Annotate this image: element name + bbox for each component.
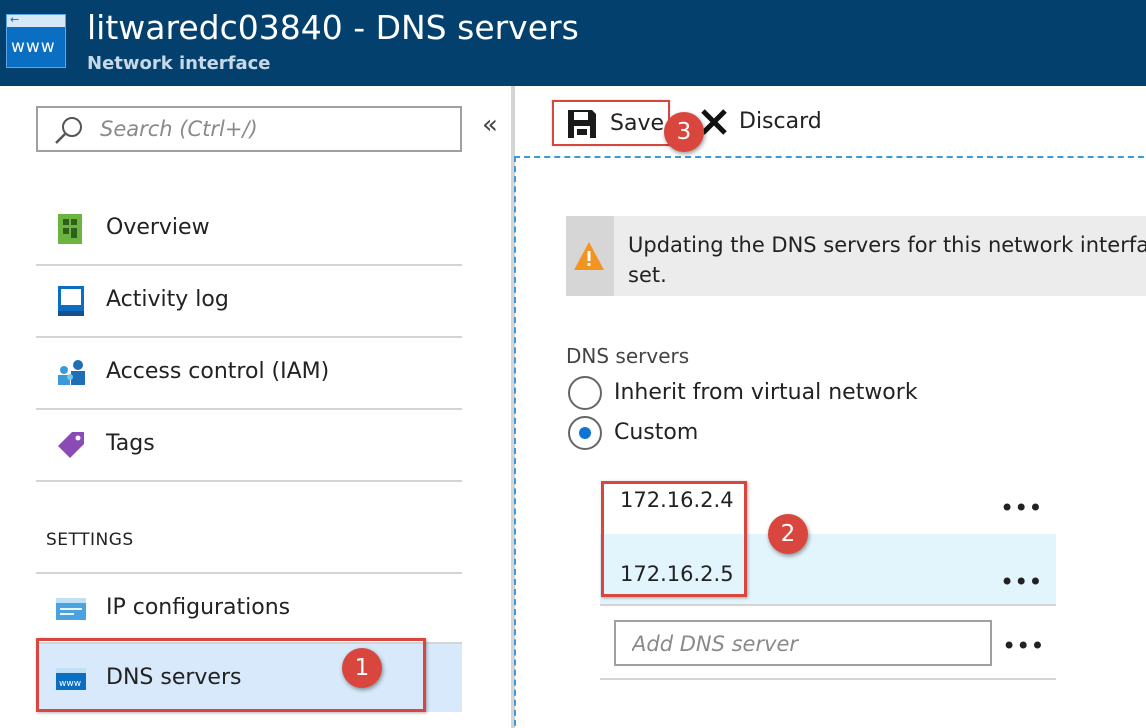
overview-icon bbox=[58, 214, 82, 244]
discard-button[interactable]: Discard bbox=[696, 100, 836, 146]
row-divider bbox=[600, 604, 1056, 606]
collapse-menu-button[interactable]: « bbox=[482, 110, 498, 140]
save-label: Save bbox=[610, 111, 665, 136]
warning-banner: Updating the DNS servers for this networ… bbox=[566, 216, 1146, 296]
add-dns-server-input[interactable] bbox=[632, 630, 972, 658]
add-dns-server-field[interactable] bbox=[614, 620, 992, 666]
radio-selected-dot bbox=[579, 427, 591, 439]
access-control-icon bbox=[58, 360, 85, 385]
radio-circle[interactable] bbox=[568, 416, 602, 450]
radio-custom[interactable]: Custom bbox=[566, 416, 966, 452]
step-badge-3: 3 bbox=[664, 112, 704, 152]
page-subtitle: Network interface bbox=[87, 53, 271, 74]
save-button[interactable]: Save bbox=[552, 100, 670, 146]
warning-line-2: set. bbox=[628, 263, 667, 287]
more-options-button[interactable]: ••• bbox=[1000, 494, 1042, 522]
radio-inherit[interactable]: Inherit from virtual network bbox=[566, 376, 966, 412]
search-icon bbox=[55, 117, 82, 144]
nav-item-overview[interactable]: Overview bbox=[36, 194, 462, 266]
nav-item-label: Access control (IAM) bbox=[106, 359, 330, 384]
more-options-button[interactable]: ••• bbox=[1000, 568, 1042, 596]
nav-item-ip-configurations[interactable]: IP configurations bbox=[36, 572, 462, 644]
dns-servers-label: DNS servers bbox=[566, 344, 690, 368]
nav-item-tags[interactable]: Tags bbox=[36, 410, 462, 482]
ip-configurations-icon bbox=[56, 598, 86, 620]
step-badge-2: 2 bbox=[768, 514, 808, 554]
step-badge-1: 1 bbox=[342, 648, 382, 688]
warning-line-1: Updating the DNS servers for this networ… bbox=[628, 233, 1146, 257]
discard-label: Discard bbox=[739, 109, 822, 134]
warning-icon-box bbox=[566, 216, 614, 296]
radio-label: Inherit from virtual network bbox=[614, 380, 918, 405]
activity-log-icon bbox=[58, 286, 84, 316]
close-icon bbox=[701, 109, 727, 135]
more-options-button[interactable]: ••• bbox=[1002, 632, 1044, 660]
nav-item-activity-log[interactable]: Activity log bbox=[36, 266, 462, 338]
radio-label: Custom bbox=[614, 420, 699, 445]
settings-heading: SETTINGS bbox=[46, 530, 134, 550]
www-network-interface-icon: ← www bbox=[6, 13, 66, 68]
highlight-box-2 bbox=[601, 481, 747, 597]
tag-icon bbox=[58, 432, 84, 458]
save-icon bbox=[568, 110, 596, 138]
nav-item-label: IP configurations bbox=[106, 595, 291, 620]
nav-item-label: Activity log bbox=[106, 287, 229, 312]
row-divider bbox=[600, 678, 1056, 680]
radio-circle[interactable] bbox=[568, 376, 602, 410]
nav-item-label: Overview bbox=[106, 215, 210, 240]
page-title: litwaredc03840 - DNS servers bbox=[87, 8, 579, 47]
nav-item-label: Tags bbox=[106, 431, 155, 456]
search-box[interactable] bbox=[36, 106, 462, 152]
warning-icon bbox=[574, 242, 604, 270]
blade-header: ← www litwaredc03840 - DNS servers Netwo… bbox=[0, 0, 1146, 86]
warning-text: Updating the DNS servers for this networ… bbox=[628, 230, 1146, 290]
nav-item-access-control[interactable]: Access control (IAM) bbox=[36, 338, 462, 410]
search-input[interactable] bbox=[100, 114, 450, 144]
